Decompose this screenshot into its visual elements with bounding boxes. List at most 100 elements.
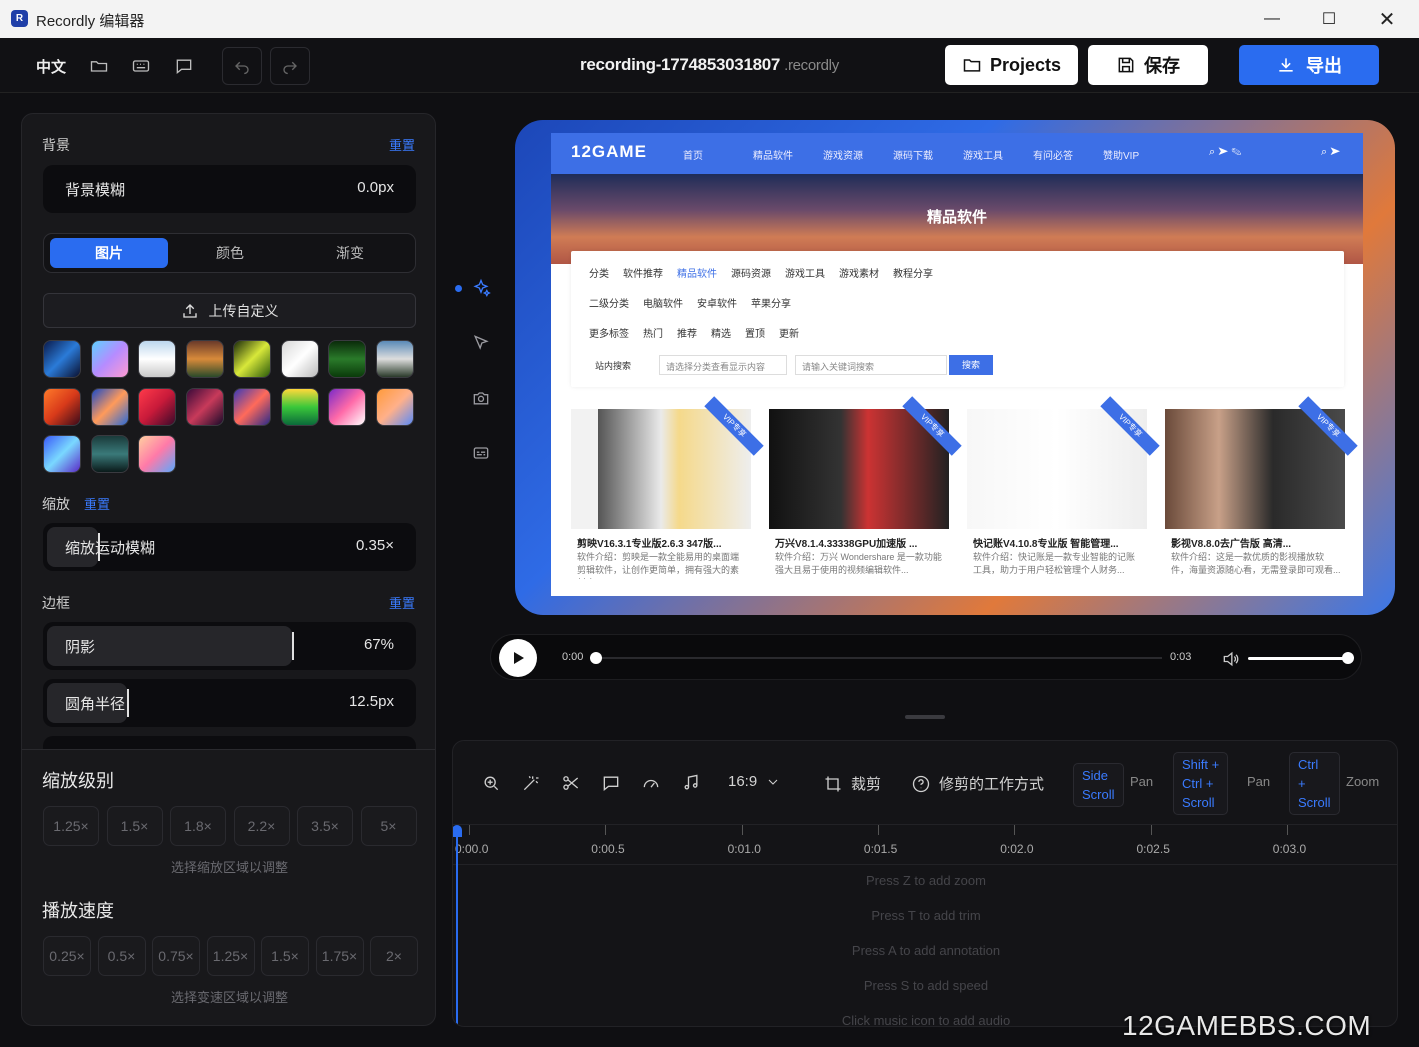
keyboard-icon[interactable] [127,52,155,80]
zoom-level-option[interactable]: 1.8× [170,806,226,846]
timeline-playhead[interactable] [456,827,458,1026]
trim-help-button[interactable]: 修剪的工作方式 [911,773,1044,794]
seek-handle[interactable] [590,652,602,664]
wallpaper-thumbnail[interactable] [280,387,319,426]
scissors-icon[interactable] [561,773,581,793]
tab-color[interactable]: 颜色 [171,238,289,268]
zoom-level-option[interactable]: 1.5× [106,806,163,846]
corner-radius-value: 12.5px [348,693,394,710]
wallpaper-thumbnail[interactable] [328,387,366,426]
wallpaper-thumbnail[interactable] [185,340,224,378]
seek-track[interactable] [595,657,1162,659]
camera-icon[interactable] [466,383,496,413]
ruler-label: 0:03.0 [1272,842,1307,856]
playback-speed-hint: 选择变速区域以调整 [170,990,288,1005]
wallpaper-thumbnail[interactable] [43,340,81,378]
aspect-ratio-dropdown[interactable]: 16:9 [728,773,781,790]
tab-image[interactable]: 图片 [50,238,168,268]
effects-sparkle-icon[interactable] [466,273,496,303]
timeline-toolbar: 16:9 裁剪 修剪的工作方式 Side Scroll Pan Shift + Ctrl… [453,741,1397,825]
playback-speed-option[interactable]: 1.75× [315,936,364,976]
minimize-button[interactable]: — [1243,0,1301,38]
volume-slider[interactable] [1248,657,1348,660]
comment-icon[interactable] [170,52,198,80]
playback-speed-option[interactable]: 0.25× [43,936,91,976]
maximize-button[interactable]: ☐ [1300,0,1358,38]
wallpaper-thumbnail[interactable] [90,340,129,378]
wallpaper-thumbnail[interactable] [233,387,271,426]
border-reset-link[interactable]: 重置 [389,593,415,612]
background-reset-link[interactable]: 重置 [389,135,415,154]
playback-speed-option[interactable]: 0.5× [97,936,146,976]
timeline-ruler[interactable]: 0:00.0 0:00.5 0:01.0 0:01.5 0:02.0 0:02.5 0:03… [453,825,1397,865]
language-toggle[interactable]: 中文 [36,56,66,77]
wallpaper-thumbnail[interactable] [280,340,319,378]
playback-speed-option[interactable]: 2× [370,936,418,976]
top-toolbar: 中文 recording-1774853031807 .recordly Proj… [0,38,1419,93]
wallpaper-thumbnail[interactable] [90,435,129,473]
zoom-motion-blur-slider[interactable]: 缩放运动模糊 0.35× [43,523,416,571]
wallpaper-thumbnail[interactable] [90,387,129,426]
wallpaper-thumbnail[interactable] [233,340,271,378]
site-filter-option: 游戏工具 [785,269,825,280]
video-preview[interactable]: 12GAME 首页 精品软件 游戏资源 源码下载 游戏工具 有问必答 赞助VIP ⌕ ➤ ✎… [515,120,1395,615]
undo-button[interactable] [222,47,262,85]
wallpaper-thumbnail[interactable] [138,387,176,426]
projects-button[interactable]: Projects [945,45,1078,85]
background-blur-slider[interactable]: 背景模糊 0.0px [43,165,416,213]
panel-divider [22,749,435,750]
zoom-reset-link[interactable]: 重置 [84,494,110,513]
wallpaper-thumbnail[interactable] [328,340,366,378]
tab-gradient[interactable]: 渐变 [291,238,409,268]
music-icon[interactable] [681,773,701,793]
captions-icon[interactable] [466,438,496,468]
annotation-icon[interactable] [601,773,621,793]
save-button[interactable]: 保存 [1088,45,1208,85]
speed-gauge-icon[interactable] [641,773,661,793]
motion-blur-label: 缩放运动模糊 [65,540,156,557]
slider-thumb[interactable] [127,689,130,717]
folder-open-icon[interactable] [85,52,113,80]
zoom-level-option[interactable]: 1.25× [43,806,99,846]
upload-custom-button[interactable]: 上传自定义 [43,293,416,328]
wallpaper-thumbnail[interactable] [43,435,81,473]
current-time: 0:00 [562,651,584,663]
play-button[interactable] [499,639,537,677]
playback-speed-option[interactable]: 1.5× [261,936,309,976]
shadow-slider[interactable]: 阴影 67% [43,622,416,670]
redo-button[interactable] [270,47,310,85]
corner-radius-slider[interactable]: 圆角半径 12.5px [43,679,416,727]
zoom-level-option[interactable]: 5× [360,806,417,846]
crop-icon [825,776,841,791]
site-filter-option: 分类 [589,269,609,280]
cursor-icon[interactable] [466,328,496,358]
ruler-label: 0:02.5 [1136,842,1170,856]
zoom-level-option[interactable]: 3.5× [297,806,353,846]
zoom-in-icon[interactable] [481,773,501,793]
shortcut-keys: Ctrl + Scroll [1289,752,1340,815]
slider-thumb[interactable] [291,632,294,660]
magic-wand-icon[interactable] [521,773,541,793]
volume-icon[interactable] [1221,649,1241,674]
crop-button[interactable]: 裁剪 [823,773,881,794]
save-icon [1118,57,1134,73]
export-button[interactable]: 导出 [1239,45,1379,85]
close-button[interactable]: ✕ [1358,0,1416,38]
shortcut-key: Shift + [1182,757,1220,772]
wallpaper-thumbnail[interactable] [375,387,414,426]
playback-speed-option[interactable]: 0.75× [152,936,200,976]
wallpaper-thumbnail[interactable] [43,387,81,426]
wallpaper-thumbnail[interactable] [138,340,176,378]
wallpaper-thumbnail[interactable] [138,435,176,473]
wallpaper-thumbnail[interactable] [375,340,414,378]
playback-speed-option[interactable]: 1.25× [206,936,255,976]
zoom-level-option[interactable]: 2.2× [233,806,290,846]
volume-handle[interactable] [1342,652,1354,664]
site-nav-item: 源码下载 [893,151,933,162]
site-filter-box: 分类 软件推荐 精品软件 源码资源 游戏工具 游戏素材 教程分享 二级分类 电脑软件 安卓软件 苹果… [571,251,1344,387]
playhead-handle[interactable] [453,825,462,837]
resize-handle[interactable] [905,715,945,719]
site-card-desc: 软件介绍：万兴 Wondershare 是一款功能强大且易于使用的视频编辑软件.… [775,552,942,575]
site-card-badge: VIP专享 [1100,396,1160,456]
wallpaper-thumbnail[interactable] [185,387,224,426]
